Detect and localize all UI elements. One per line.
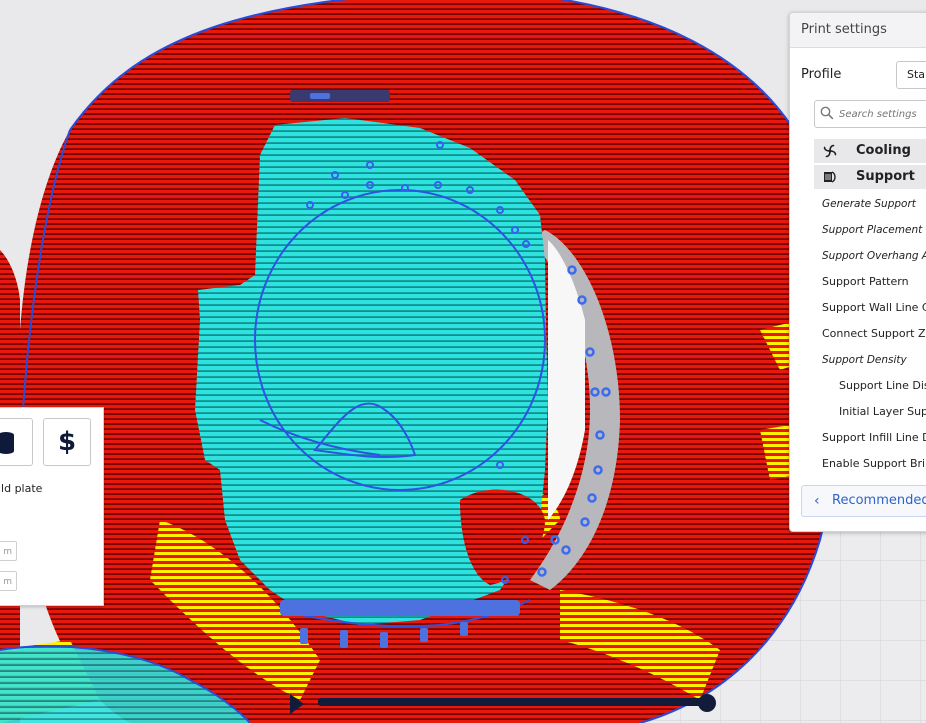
size-field-1[interactable]: m [0, 541, 17, 561]
setting-generate-support[interactable]: Generate Support [790, 191, 926, 217]
size-field-2[interactable]: m [0, 571, 17, 591]
category-support[interactable]: Support [814, 165, 926, 189]
recommended-button[interactable]: ‹ Recommended [801, 485, 926, 517]
category-support-label: Support [856, 169, 915, 184]
search-icon [820, 106, 834, 120]
setting-support-overhang-angle[interactable]: Support Overhang Ang [790, 243, 926, 269]
profile-label: Profile [801, 67, 842, 82]
layer-view-canvas[interactable] [0, 0, 926, 723]
setting-support-placement[interactable]: Support Placement [790, 217, 926, 243]
build-plate-label: uild plate [0, 482, 43, 495]
setting-initial-layer-support[interactable]: Initial Layer Supp [790, 399, 926, 425]
profile-dropdown[interactable]: Star [896, 61, 926, 89]
category-cooling-label: Cooling [856, 143, 911, 158]
dollar-icon: $ [57, 427, 77, 457]
recommended-label: Recommended [832, 493, 926, 508]
setting-connect-support-zigzags[interactable]: Connect Support Zig [790, 321, 926, 347]
chevron-left-icon: ‹ [814, 493, 820, 509]
search-input[interactable] [837, 103, 926, 125]
profile-row: Profile Star [801, 61, 926, 91]
search-box[interactable] [814, 100, 926, 128]
print-settings-panel: Print settings Profile Star Cooling [789, 12, 926, 532]
setting-enable-support-brim[interactable]: Enable Support Brim [790, 451, 926, 474]
setting-support-pattern[interactable]: Support Pattern [790, 269, 926, 295]
settings-list[interactable]: Cooling Support Generate Support Support… [790, 139, 926, 474]
cylinder-tool-button[interactable] [0, 418, 33, 466]
panel-title: Print settings [790, 13, 926, 48]
fan-icon [823, 144, 837, 158]
slider-handle[interactable] [698, 694, 716, 712]
support-icon [824, 171, 836, 183]
setting-support-line-distance[interactable]: Support Line Dis [790, 373, 926, 399]
setting-support-infill-line-direction[interactable]: Support Infill Line D [790, 425, 926, 451]
setting-support-wall-line-count[interactable]: Support Wall Line Co [790, 295, 926, 321]
category-cooling[interactable]: Cooling [814, 139, 926, 163]
cylinder-icon [0, 432, 14, 454]
tool-panel: $ uild plate e m m [0, 407, 104, 606]
setting-support-density[interactable]: Support Density [790, 347, 926, 373]
cost-tool-button[interactable]: $ [43, 418, 91, 466]
